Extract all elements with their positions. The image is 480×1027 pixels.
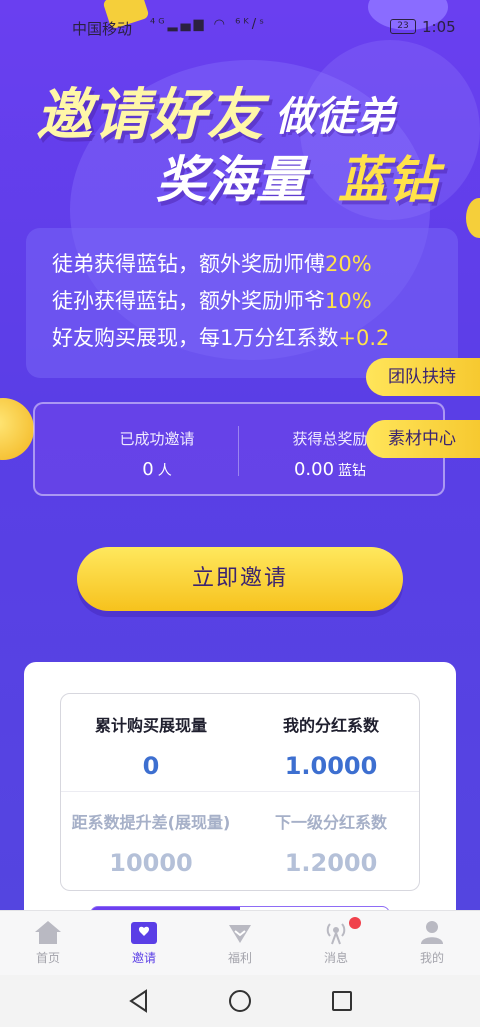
divider xyxy=(61,791,419,792)
user-icon xyxy=(421,921,443,944)
rule-line: 好友购买展现，每1万分红系数+0.2 xyxy=(52,326,390,350)
recent-apps-icon[interactable] xyxy=(332,991,352,1011)
headline-invite-friends: 邀请好友 xyxy=(36,83,264,148)
material-center-tab[interactable]: 素材中心 xyxy=(366,420,480,458)
tab-welfare[interactable]: 福利 xyxy=(200,919,280,966)
system-navigation-bar xyxy=(0,975,480,1027)
notification-badge xyxy=(349,917,361,929)
heart-icon xyxy=(229,925,251,943)
decorative-coin xyxy=(0,398,34,460)
headline-reward: 奖海量 xyxy=(156,151,306,209)
decorative-coin xyxy=(466,198,480,238)
gap-to-upgrade: 距系数提升差(展现量) 10000 xyxy=(71,813,231,877)
broadcast-icon xyxy=(326,923,346,945)
bottom-tab-bar: 首页 邀请 福利 消息 我的 xyxy=(0,910,480,975)
reward-rules-box: 徒弟获得蓝钻，额外奖励师傅20% 徒孙获得蓝钻，额外奖励师爷10% 好友购买展现… xyxy=(26,228,458,378)
tab-profile[interactable]: 我的 xyxy=(392,919,472,966)
invite-now-button[interactable]: 立即邀请 xyxy=(77,547,403,611)
dividend-grid: 累计购买展现量 0 我的分红系数 1.0000 距系数提升差(展现量) 1000… xyxy=(60,693,420,891)
status-bar: 中国移动 ⁴ᴳ▂▄▆ ◠ ⁶ᴷ/ˢ 23 1:05 xyxy=(0,0,480,56)
headline-apprentice: 做徒弟 xyxy=(275,94,395,140)
home-button-icon[interactable] xyxy=(229,990,251,1012)
tab-invite[interactable]: 邀请 xyxy=(104,919,184,966)
my-coefficient: 我的分红系数 1.0000 xyxy=(282,716,379,780)
dividend-card: 累计购买展现量 0 我的分红系数 1.0000 距系数提升差(展现量) 1000… xyxy=(24,662,456,922)
tab-home[interactable]: 首页 xyxy=(8,919,88,966)
battery-icon: 23 xyxy=(390,19,416,34)
back-icon[interactable] xyxy=(128,989,150,1013)
rule-line: 徒孙获得蓝钻，额外奖励师爷10% xyxy=(52,289,372,313)
next-coefficient: 下一级分红系数 1.2000 xyxy=(274,813,387,877)
invite-icon xyxy=(131,922,157,944)
tab-messages[interactable]: 消息 xyxy=(296,917,376,966)
cumulative-views: 累计购买展现量 0 xyxy=(94,716,207,780)
team-support-tab[interactable]: 团队扶持 xyxy=(366,358,480,396)
clock: 1:05 xyxy=(422,18,456,36)
rule-line: 徒弟获得蓝钻，额外奖励师傅20% xyxy=(52,252,372,276)
headline-blue-diamond: 蓝钻 xyxy=(338,151,438,209)
invited-count: 已成功邀请 0人 xyxy=(119,430,195,480)
home-icon xyxy=(35,921,61,944)
carrier-label: 中国移动 xyxy=(72,20,133,38)
status-icons: ⁴ᴳ▂▄▆ ◠ ⁶ᴷ/ˢ xyxy=(150,17,267,32)
